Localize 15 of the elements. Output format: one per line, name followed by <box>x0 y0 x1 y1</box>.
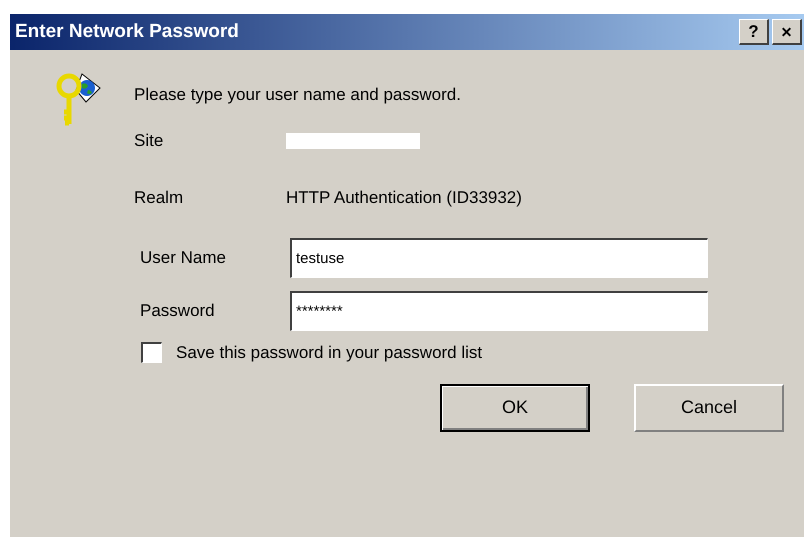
window-title: Enter Network Password <box>15 20 239 44</box>
ok-button[interactable]: OK <box>440 384 590 432</box>
prompt-text: Please type your user name and password. <box>134 84 462 106</box>
field-label: Password <box>140 300 216 322</box>
input-field[interactable]: ******** <box>290 291 708 331</box>
field-label: User Name <box>140 247 227 270</box>
realm-value: HTTP Authentication (ID33932) <box>286 186 522 208</box>
site-label: Site <box>134 130 164 152</box>
close-button[interactable]: × <box>772 19 802 45</box>
realm-label: Realm <box>134 186 184 208</box>
checkbox[interactable] <box>141 342 162 364</box>
checkbox-label: Save this password in your password list <box>176 342 482 364</box>
help-button[interactable]: ? <box>739 19 769 45</box>
input-field[interactable]: testuse <box>290 238 708 278</box>
cancel-button[interactable]: Cancel <box>634 384 784 432</box>
